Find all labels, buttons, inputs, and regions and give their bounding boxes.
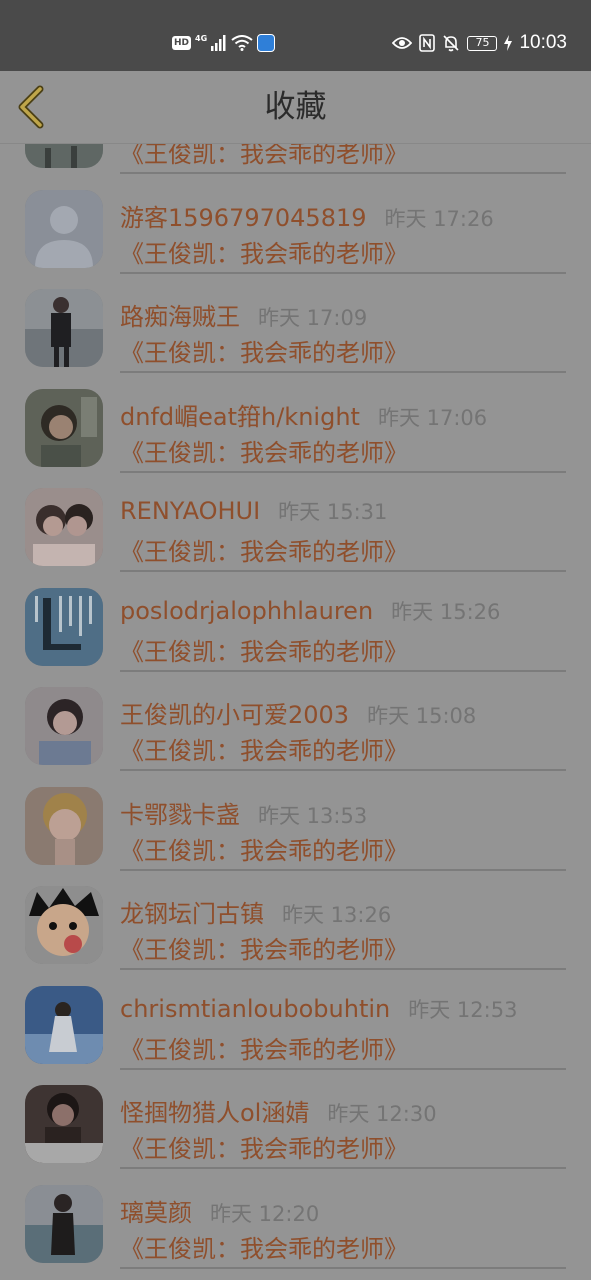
timestamp: 昨天 15:31 <box>278 500 388 524</box>
avatar[interactable] <box>25 488 103 566</box>
name-row: RENYAOHUI 昨天 15:31 <box>120 496 387 528</box>
battery-indicator: 75 <box>467 35 498 51</box>
network-type: 4G <box>195 34 208 43</box>
name-row: chrismtianloubobuhtin 昨天 12:53 <box>120 994 517 1026</box>
favorites-list[interactable]: 《王俊凯：我会乖的老师》 游客1596797045819 昨天 17:26 《王… <box>0 144 591 1280</box>
list-item[interactable]: 怪掴物猎人ol涵婧 昨天 12:30 《王俊凯：我会乖的老师》 <box>0 1069 591 1169</box>
name-row: 卡鄂戮卡盏 昨天 13:53 <box>120 795 368 829</box>
nfc-icon <box>419 34 436 52</box>
eye-icon <box>392 37 413 49</box>
status-bar: HD 4G 75 10:03 <box>0 0 591 71</box>
book-title: 《王俊凯：我会乖的老师》 <box>120 144 408 168</box>
timestamp: 昨天 13:26 <box>282 903 392 927</box>
list-item[interactable]: poslodrjalophhlauren 昨天 15:26 《王俊凯：我会乖的老… <box>0 572 591 672</box>
user-name: poslodrjalophhlauren <box>120 596 374 625</box>
timestamp: 昨天 12:30 <box>327 1102 437 1126</box>
name-row: 龙钢坛门古镇 昨天 13:26 <box>120 894 392 928</box>
app-notification-icon <box>257 34 276 52</box>
list-item[interactable]: 卡鄂戮卡盏 昨天 13:53 《王俊凯：我会乖的老师》 <box>0 771 591 871</box>
bell-off-icon <box>443 35 460 52</box>
timestamp: 昨天 15:26 <box>391 599 501 624</box>
book-title: 《王俊凯：我会乖的老师》 <box>120 737 408 765</box>
favorites-list-content: 《王俊凯：我会乖的老师》 游客1596797045819 昨天 17:26 《王… <box>0 144 591 1269</box>
list-item[interactable]: 路痴海贼王 昨天 17:09 《王俊凯：我会乖的老师》 <box>0 273 591 373</box>
avatar[interactable] <box>25 144 103 168</box>
avatar[interactable] <box>25 289 103 367</box>
user-name: RENYAOHUI <box>120 497 261 525</box>
avatar[interactable] <box>25 1085 103 1163</box>
book-title: 《王俊凯：我会乖的老师》 <box>120 438 408 467</box>
default-user-icon <box>25 189 103 268</box>
book-title: 《王俊凯：我会乖的老师》 <box>120 538 408 566</box>
status-right-group: 75 10:03 <box>392 30 567 56</box>
timestamp: 昨天 17:26 <box>384 206 494 231</box>
divider <box>120 1266 566 1269</box>
name-row: 璃莫颜 昨天 12:20 <box>120 1193 320 1227</box>
status-time: 10:03 <box>519 32 567 53</box>
name-row: 路痴海贼王 昨天 17:09 <box>120 297 368 331</box>
list-item[interactable]: dnfd嵋eat箝h/knight 昨天 17:06 《王俊凯：我会乖的老师》 <box>0 373 591 473</box>
name-row: 游客1596797045819 昨天 17:26 <box>120 198 494 232</box>
timestamp: 昨天 12:53 <box>408 997 518 1022</box>
list-item[interactable]: 龙钢坛门古镇 昨天 13:26 《王俊凯：我会乖的老师》 <box>0 870 591 970</box>
signal-icon <box>211 35 226 51</box>
hd-badge: HD <box>172 36 192 50</box>
user-name: 怪掴物猎人ol涵婧 <box>120 1099 310 1127</box>
user-name: dnfd嵋eat箝h/knight <box>120 402 360 431</box>
user-name: 龙钢坛门古镇 <box>120 900 264 928</box>
user-name: 王俊凯的小可爱2003 <box>120 701 350 729</box>
user-name: 卡鄂戮卡盏 <box>120 800 240 829</box>
list-item[interactable]: 游客1596797045819 昨天 17:26 《王俊凯：我会乖的老师》 <box>0 174 591 274</box>
book-title: 《王俊凯：我会乖的老师》 <box>120 1135 408 1163</box>
avatar[interactable] <box>25 985 103 1064</box>
timestamp: 昨天 15:08 <box>367 704 477 728</box>
avatar[interactable] <box>25 189 103 268</box>
book-title: 《王俊凯：我会乖的老师》 <box>120 1035 408 1064</box>
name-row: poslodrjalophhlauren 昨天 15:26 <box>120 596 500 628</box>
back-button[interactable] <box>12 85 52 129</box>
user-name: 游客1596797045819 <box>120 203 367 232</box>
list-item[interactable]: chrismtianloubobuhtin 昨天 12:53 《王俊凯：我会乖的… <box>0 970 591 1070</box>
avatar[interactable] <box>25 587 103 666</box>
avatar[interactable] <box>25 1184 103 1263</box>
status-left-group: HD 4G <box>172 32 276 54</box>
list-item[interactable]: 璃莫颜 昨天 12:20 《王俊凯：我会乖的老师》 <box>0 1169 591 1269</box>
book-title: 《王俊凯：我会乖的老师》 <box>120 936 408 964</box>
wifi-icon <box>231 35 253 51</box>
book-title: 《王俊凯：我会乖的老师》 <box>120 339 408 367</box>
book-title: 《王俊凯：我会乖的老师》 <box>120 1234 408 1263</box>
timestamp: 昨天 17:06 <box>377 405 488 430</box>
avatar[interactable] <box>25 786 103 865</box>
user-name: chrismtianloubobuhtin <box>120 994 391 1023</box>
avatar[interactable] <box>25 886 103 964</box>
name-row: dnfd嵋eat箝h/knight 昨天 17:06 <box>120 397 488 431</box>
book-title: 《王俊凯：我会乖的老师》 <box>120 836 408 865</box>
book-title: 《王俊凯：我会乖的老师》 <box>120 637 408 666</box>
app-header: 收藏 <box>0 71 591 144</box>
user-name: 璃莫颜 <box>120 1198 192 1227</box>
timestamp: 昨天 13:53 <box>258 803 368 828</box>
chevron-left-icon <box>18 85 44 129</box>
page-title: 收藏 <box>264 89 327 125</box>
list-item[interactable]: RENYAOHUI 昨天 15:31 《王俊凯：我会乖的老师》 <box>0 472 591 572</box>
avatar[interactable] <box>25 687 103 765</box>
book-title: 《王俊凯：我会乖的老师》 <box>120 239 408 268</box>
list-item[interactable]: 《王俊凯：我会乖的老师》 <box>0 144 591 174</box>
timestamp: 昨天 12:20 <box>210 1201 320 1226</box>
avatar[interactable] <box>25 388 103 467</box>
list-item[interactable]: 王俊凯的小可爱2003 昨天 15:08 《王俊凯：我会乖的老师》 <box>0 671 591 771</box>
name-row: 王俊凯的小可爱2003 昨天 15:08 <box>120 695 477 729</box>
timestamp: 昨天 17:09 <box>258 306 368 330</box>
user-name: 路痴海贼王 <box>120 303 240 331</box>
charging-icon <box>504 35 513 51</box>
name-row: 怪掴物猎人ol涵婧 昨天 12:30 <box>120 1093 437 1127</box>
